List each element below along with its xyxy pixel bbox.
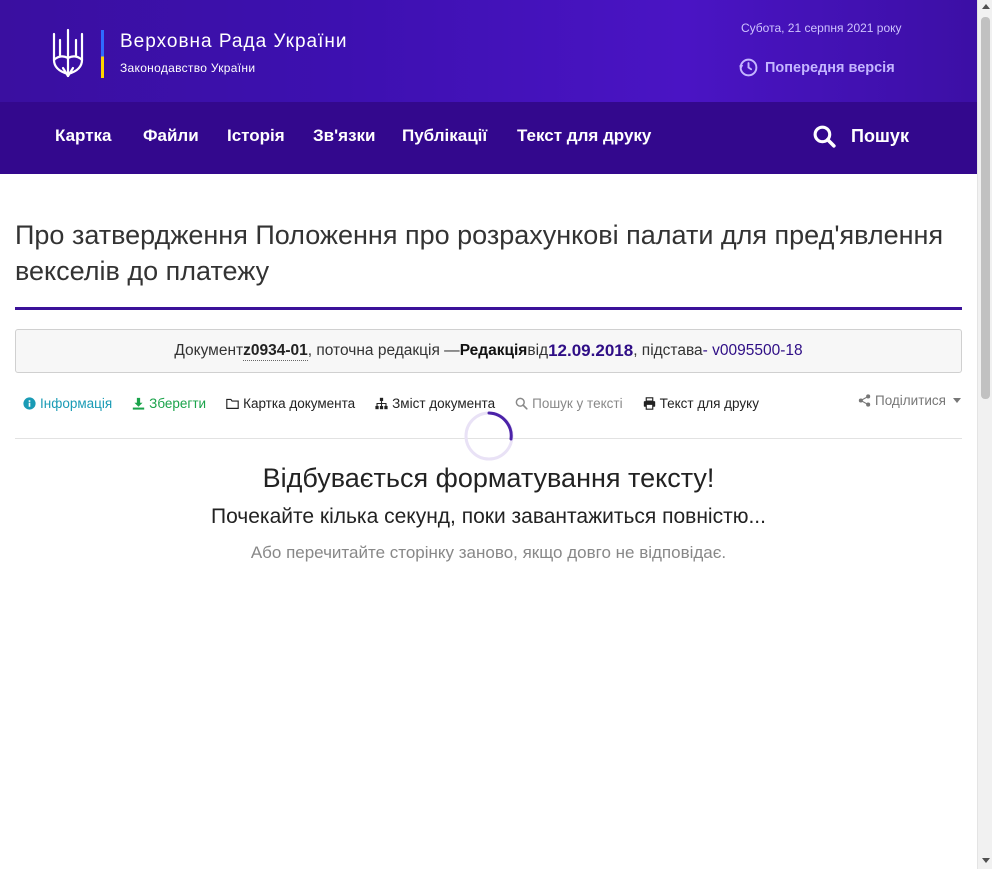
nav-search-button[interactable]: Пошук [812, 124, 909, 149]
download-icon [132, 397, 145, 410]
folder-icon [226, 398, 239, 409]
nav-item-publications[interactable]: Публікації [402, 126, 487, 146]
history-clock-icon [738, 58, 758, 77]
vertical-scrollbar[interactable] [977, 0, 992, 869]
info-label: Інформація [40, 395, 113, 411]
share-label: Поділитися [875, 393, 946, 408]
page-title: Про затвердження Положення про розрахунк… [15, 220, 944, 286]
nav-search-label: Пошук [851, 126, 909, 146]
loading-heading: Відбувається форматування тексту! [262, 463, 715, 493]
info-button[interactable]: Інформація [23, 396, 112, 411]
site-subtitle[interactable]: Законодавство України [120, 61, 255, 75]
caret-down-icon [953, 398, 961, 403]
search-icon [813, 125, 836, 148]
nav-item-card[interactable]: Картка [55, 126, 112, 146]
document-current-label: , поточна редакція — [307, 342, 460, 359]
loading-spinner-icon [464, 411, 514, 461]
sitemap-icon [375, 397, 388, 409]
loading-reload-hint: Або перечитайте сторінку заново, якщо до… [250, 543, 727, 562]
previous-version-link[interactable]: Попередня версія [738, 57, 895, 78]
document-status-box: Документ z0934-01 , поточна редакція — Р… [15, 329, 962, 373]
nav-item-files[interactable]: Файли [143, 126, 199, 146]
basis-link[interactable]: - v0095500-18 [703, 342, 803, 360]
edition-label: Редакція [459, 342, 528, 359]
page: Верховна Рада України Законодавство Укра… [0, 0, 977, 869]
document-prefix: Документ [174, 342, 244, 359]
site-title[interactable]: Верховна Рада України [120, 31, 347, 53]
scrollbar-thumb[interactable] [981, 17, 990, 399]
save-button[interactable]: Зберегти [132, 396, 206, 411]
document-card-button[interactable]: Картка документа [226, 396, 355, 411]
nav-item-history[interactable]: Історія [227, 126, 285, 146]
document-toolbar: Інформація Зберегти Картка документа Змі… [23, 393, 779, 413]
table-of-contents-label: Зміст документа [392, 395, 496, 411]
scroll-up-arrow-icon[interactable] [982, 4, 990, 9]
nav-item-links[interactable]: Зв'язки [313, 126, 375, 146]
printer-icon [643, 396, 655, 410]
search-in-text-label: Пошук у тексті [532, 395, 623, 411]
info-icon [23, 396, 36, 410]
search-in-text-button[interactable]: Пошук у тексті [515, 395, 623, 411]
print-text-button[interactable]: Текст для друку [643, 396, 759, 411]
flag-bar [101, 30, 104, 78]
nav-item-print-text[interactable]: Текст для друку [517, 126, 651, 146]
scroll-down-arrow-icon[interactable] [982, 858, 990, 863]
trident-logo-icon[interactable] [50, 28, 86, 80]
current-date: Субота, 21 серпня 2021 року [741, 21, 902, 35]
edition-date: 12.09.2018 [548, 341, 634, 360]
document-code[interactable]: z0934-01 [243, 342, 308, 361]
document-card-label: Картка документа [243, 395, 356, 411]
main-nav: Картка Файли Історія Зв'язки Публікації … [0, 102, 977, 174]
table-of-contents-button[interactable]: Зміст документа [375, 396, 495, 411]
print-text-label: Текст для друку [659, 395, 759, 411]
site-header: Верховна Рада України Законодавство Укра… [0, 0, 977, 102]
share-dropdown[interactable]: Поділитися [858, 393, 961, 408]
previous-version-label: Попередня версія [765, 59, 895, 76]
loading-wait-message: Почекайте кілька секунд, поки завантажит… [211, 505, 766, 528]
save-label: Зберегти [149, 395, 207, 411]
title-divider [15, 307, 962, 310]
edition-from: від [527, 342, 549, 359]
share-icon [858, 394, 871, 407]
search-icon [515, 397, 528, 410]
basis-label: , підстава [633, 342, 703, 359]
